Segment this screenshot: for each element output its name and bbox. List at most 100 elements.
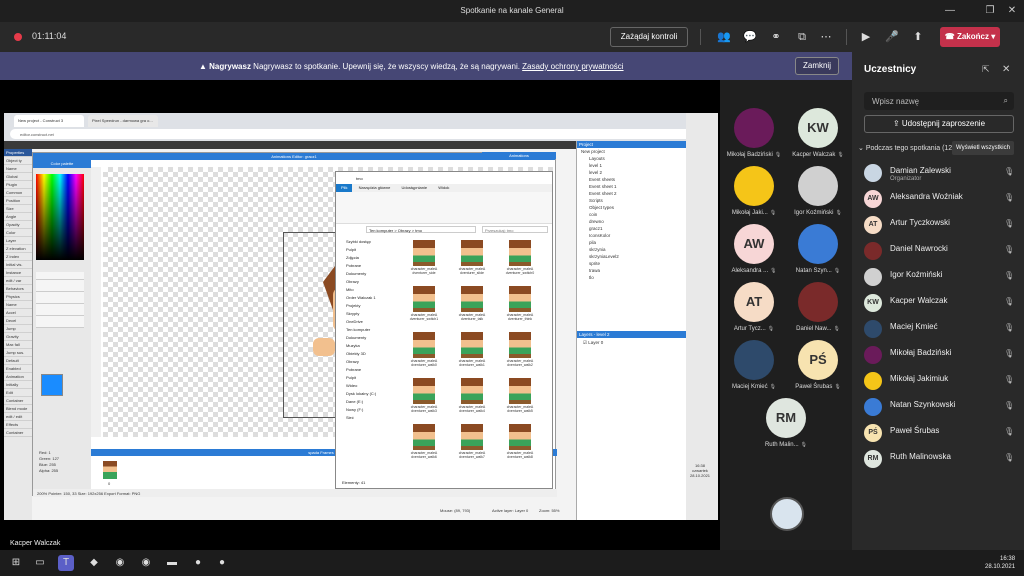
participant-row[interactable]: Daniel Nawrocki 🎙 — [864, 238, 1020, 264]
property-row[interactable]: Gravity — [4, 333, 32, 341]
ribbon-tab-file[interactable]: Plik — [336, 184, 353, 192]
app-icon[interactable]: ● — [190, 555, 206, 571]
show-all-button[interactable]: Wyświetl wszystkich — [952, 141, 1014, 155]
color-gradient-picker[interactable] — [36, 174, 84, 260]
project-tree-item[interactable]: level 2 — [577, 169, 686, 176]
property-row[interactable]: Decel — [4, 317, 32, 325]
nav-item[interactable]: Wideo — [346, 382, 398, 390]
participants-icon[interactable]: 👥 — [716, 29, 732, 45]
more-actions-icon[interactable]: ⋯ — [818, 29, 834, 45]
project-tree-item[interactable]: coin — [577, 211, 686, 218]
property-row[interactable]: Blend mode — [4, 405, 32, 413]
participant-row[interactable]: Mikołaj Badziński 🎙 — [864, 342, 1020, 368]
property-row[interactable]: Z elevation — [4, 245, 32, 253]
participant-video-tile[interactable]: Igor Koźmiński 🎙 — [786, 166, 850, 216]
property-row[interactable]: Size — [4, 205, 32, 213]
nav-item[interactable]: Dysk lokalny (C:) — [346, 390, 398, 398]
participant-video-tile[interactable]: RM Ruth Malin... 🎙 — [754, 398, 818, 448]
banner-close-button[interactable]: Zamknij — [795, 57, 839, 75]
property-row[interactable]: edit / var — [4, 277, 32, 285]
property-row[interactable]: Layer — [4, 237, 32, 245]
explorer-address-bar[interactable]: Ten komputer > Obrazy > tmo — [366, 226, 476, 233]
ribbon-tab-home[interactable]: Narzędzia główne — [354, 184, 396, 192]
ribbon-tab-view[interactable]: Widok — [433, 184, 454, 192]
project-tree-item[interactable]: Scripts — [577, 197, 686, 204]
participant-row[interactable]: Natan Szynkowski 🎙 — [864, 394, 1020, 420]
project-tree-item[interactable]: Layouts — [577, 155, 686, 162]
close-window-icon[interactable]: ✕ — [1002, 3, 1022, 19]
file-item[interactable]: character_maleA dventurer_switch0 — [498, 238, 542, 282]
file-item[interactable]: character_maleA dventurer_talk — [450, 284, 494, 328]
drawing-tools[interactable] — [91, 167, 101, 437]
popout-icon[interactable]: ⇱ — [982, 64, 990, 75]
property-row[interactable]: Opacity — [4, 221, 32, 229]
nav-item[interactable]: Szybki dostęp — [346, 238, 398, 246]
project-tree-item[interactable]: Event sheets — [577, 176, 686, 183]
file-item[interactable]: character_maleA dventurer_walk7 — [450, 422, 494, 466]
property-row[interactable]: Name — [4, 301, 32, 309]
property-row[interactable]: Instance — [4, 269, 32, 277]
maximize-icon[interactable]: ❐ — [980, 3, 1000, 19]
participant-search-input[interactable]: Wpisz nazwę ⌕ — [864, 92, 1014, 110]
property-row[interactable]: Effects — [4, 421, 32, 429]
task-view-icon[interactable]: ▭ — [32, 555, 48, 571]
nav-item[interactable]: Pobrane — [346, 366, 398, 374]
file-item[interactable]: character_maleA dventurer_walk2 — [498, 330, 542, 374]
property-row[interactable]: Initial vis. — [4, 261, 32, 269]
project-tree-item[interactable]: sprite — [577, 260, 686, 267]
chrome-icon[interactable]: ◉ — [112, 555, 128, 571]
participant-row[interactable]: AW Aleksandra Woźniak 🎙 — [864, 186, 1020, 212]
file-item[interactable]: character_maleA dventurer_walk4 — [450, 376, 494, 420]
privacy-policy-link[interactable]: Zasady ochrony prywatności — [522, 62, 623, 71]
primary-color-swatch[interactable] — [41, 374, 63, 396]
file-item[interactable]: character_maleA dventurer_think — [498, 284, 542, 328]
palette-swatches[interactable] — [36, 272, 84, 328]
chat-icon[interactable]: 💬 — [742, 29, 758, 45]
property-row[interactable]: Initially — [4, 381, 32, 389]
participant-video-tile[interactable]: PŚ Paweł Śrubas 🎙 — [786, 340, 850, 390]
nav-item[interactable]: Pobrane — [346, 262, 398, 270]
participant-video-tile[interactable]: AW Aleksandra ... 🎙 — [722, 224, 786, 274]
project-tree-item[interactable]: IconsKolor — [577, 232, 686, 239]
participant-row[interactable]: PŚ Paweł Śrubas 🎙 — [864, 420, 1020, 446]
explorer-search[interactable]: Przeszukaj: tmo — [482, 226, 548, 233]
property-row[interactable]: Color — [4, 229, 32, 237]
project-tree-item[interactable]: level 1 — [577, 162, 686, 169]
participant-row[interactable]: KW Kacper Walczak 🎙 — [864, 290, 1020, 316]
camera-off-icon[interactable]: ▶ — [858, 29, 874, 45]
vscode-icon[interactable]: ◆ — [86, 555, 102, 571]
nav-item[interactable]: Projekty — [346, 302, 398, 310]
participant-row[interactable]: Maciej Kmieć 🎙 — [864, 316, 1020, 342]
property-row[interactable]: Jump — [4, 325, 32, 333]
file-item[interactable]: character_maleA dventurer_walk0 — [402, 330, 446, 374]
frame-thumbnail[interactable] — [103, 461, 117, 479]
start-icon[interactable]: ⊞ — [8, 555, 24, 571]
property-row[interactable]: Plugin — [4, 181, 32, 189]
participant-video-tile[interactable]: Maciej Kmieć 🎙 — [722, 340, 786, 390]
project-tree-item[interactable]: skrzyniaLevel2 — [577, 253, 686, 260]
property-row[interactable]: Container — [4, 397, 32, 405]
browser-tab[interactable]: New project - Construct 3 — [14, 115, 84, 127]
nav-item[interactable]: Mito — [346, 286, 398, 294]
nav-item[interactable]: OneDrive — [346, 318, 398, 326]
participant-video-tile[interactable]: Mikołaj Badziński 🎙 — [722, 108, 786, 158]
address-bar[interactable]: editor.construct.net — [10, 129, 710, 139]
nav-item[interactable]: Dane (E:) — [346, 398, 398, 406]
nav-item[interactable]: Obrazy — [346, 278, 398, 286]
property-row[interactable]: Animation — [4, 373, 32, 381]
property-row[interactable]: Accel — [4, 309, 32, 317]
file-item[interactable]: character_maleA dventurer_walk5 — [498, 376, 542, 420]
participant-row[interactable]: Igor Koźmiński 🎙 — [864, 264, 1020, 290]
project-tree-item[interactable]: tlo — [577, 274, 686, 281]
nav-item[interactable]: Obrazy — [346, 358, 398, 366]
nav-item[interactable]: Obiekty 3D — [346, 350, 398, 358]
property-row[interactable]: Enabled — [4, 365, 32, 373]
share-screen-icon[interactable]: ⬆ — [910, 29, 926, 45]
nav-item[interactable]: Ten komputer — [346, 326, 398, 334]
file-item[interactable]: character_maleA dventurer_switch1 — [402, 284, 446, 328]
property-row[interactable]: Common — [4, 189, 32, 197]
project-tree-item[interactable]: drewno — [577, 218, 686, 225]
nav-item[interactable]: Pulpit — [346, 246, 398, 254]
participant-row[interactable]: RM Ruth Malinowska 🎙 — [864, 446, 1020, 472]
participant-video-tile[interactable]: Mikołaj Jaki... 🎙 — [722, 166, 786, 216]
